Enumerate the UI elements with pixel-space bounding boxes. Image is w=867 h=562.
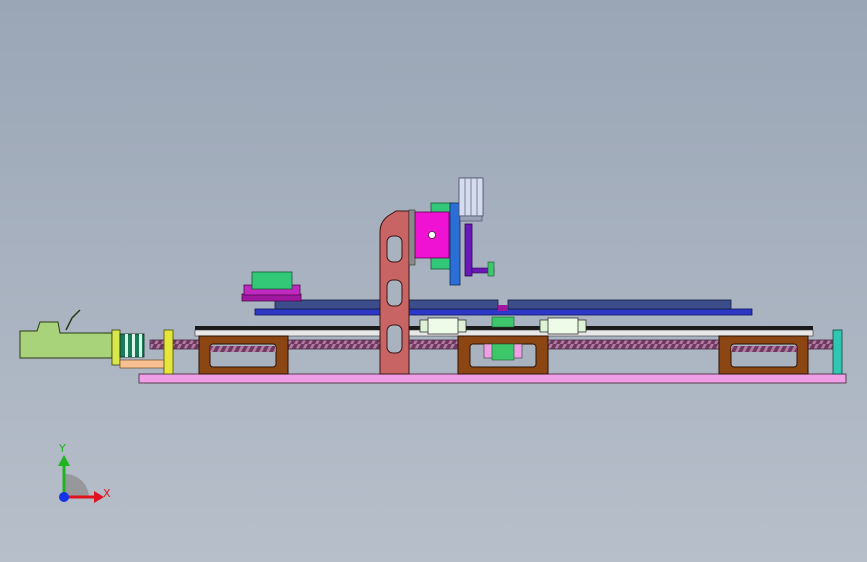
shaft-coupling[interactable] bbox=[119, 333, 145, 358]
servo-motor[interactable] bbox=[19, 309, 121, 366]
column-slot-middle[interactable] bbox=[386, 279, 403, 307]
gripper-pin[interactable] bbox=[487, 261, 495, 277]
pad-assembly[interactable] bbox=[241, 271, 302, 302]
column-slot-bottom[interactable] bbox=[386, 324, 403, 354]
support-bracket-left[interactable] bbox=[198, 335, 289, 375]
triad-arc bbox=[65, 474, 89, 498]
coordinate-triad: Y X bbox=[58, 442, 111, 503]
gripper-arm[interactable] bbox=[464, 223, 473, 277]
support-bracket-middle[interactable] bbox=[457, 335, 549, 375]
end-support-right[interactable] bbox=[832, 329, 843, 375]
gripper-pivot[interactable] bbox=[428, 231, 436, 239]
support-bracket-right[interactable] bbox=[718, 335, 809, 375]
cad-viewport[interactable]: Y X bbox=[0, 0, 867, 562]
gripper-backplate[interactable] bbox=[449, 202, 461, 286]
assembly-drawing[interactable]: Y X bbox=[0, 0, 867, 562]
column-slot-top[interactable] bbox=[386, 235, 403, 263]
pneumatic-cylinder[interactable] bbox=[458, 177, 484, 222]
carrier-joint[interactable] bbox=[498, 305, 508, 311]
y-arrow-icon bbox=[58, 455, 70, 466]
carriage-green-block[interactable] bbox=[491, 316, 515, 328]
motor-mount-plate[interactable] bbox=[119, 359, 167, 369]
carrier-plate-right[interactable] bbox=[507, 299, 732, 310]
end-support-left[interactable] bbox=[163, 329, 174, 375]
base-plate[interactable] bbox=[138, 373, 847, 384]
triad-x-label: X bbox=[103, 487, 111, 500]
triad-y-label: Y bbox=[58, 442, 66, 455]
bearing-block-right[interactable] bbox=[539, 317, 587, 335]
rail-strip[interactable] bbox=[194, 329, 814, 337]
gripper-mount-plate[interactable] bbox=[408, 209, 416, 266]
bearing-block-left[interactable] bbox=[419, 317, 467, 335]
z-axis-dot-icon bbox=[59, 492, 69, 502]
